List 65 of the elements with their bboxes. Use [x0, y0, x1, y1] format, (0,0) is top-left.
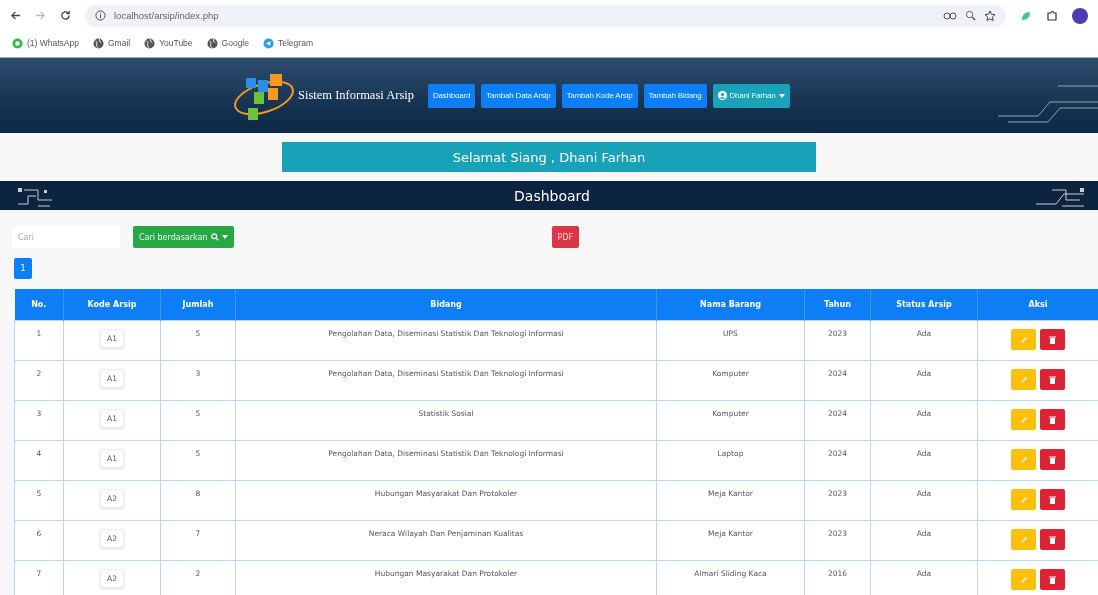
caret-icon: [778, 93, 785, 98]
nav-button[interactable]: Tambah Data Arsip: [481, 83, 556, 108]
nav-button[interactable]: Tambah Bidang: [643, 83, 707, 108]
nav-button[interactable]: Tambah Kode Arsip: [561, 83, 638, 108]
globe-icon: [206, 37, 218, 49]
delete-button[interactable]: [1040, 489, 1065, 510]
search-by-dropdown[interactable]: Cari berdasarkan: [133, 226, 234, 248]
column-header: Aksi: [977, 289, 1098, 321]
pencil-icon: [1019, 375, 1028, 384]
globe-icon: [92, 37, 104, 49]
column-header: Bidang: [235, 289, 657, 321]
delete-button[interactable]: [1040, 529, 1065, 550]
reload-icon[interactable]: [60, 10, 71, 21]
pencil-icon: [1019, 455, 1028, 464]
bookmark[interactable]: Telegram: [263, 37, 313, 49]
info-icon[interactable]: [95, 10, 106, 21]
column-header: Tahun: [804, 289, 871, 321]
zoom-icon[interactable]: [965, 10, 976, 21]
column-header: Jumlah: [160, 289, 236, 321]
column-header: No.: [14, 289, 64, 321]
pencil-icon: [1019, 535, 1028, 544]
pencil-icon: [1019, 495, 1028, 504]
profile-avatar[interactable]: [1072, 7, 1088, 24]
trash-icon: [1049, 455, 1056, 464]
greeting-banner: Selamat Siang , Dhani Farhan: [282, 142, 816, 172]
pdf-button[interactable]: PDF: [551, 226, 580, 248]
bookmark[interactable]: Google: [206, 37, 249, 49]
trash-icon: [1049, 335, 1056, 344]
user-icon: [717, 91, 727, 100]
pencil-icon: [1019, 575, 1028, 584]
user-menu-button[interactable]: Dhani Farhan: [712, 83, 790, 108]
page-button[interactable]: 1: [14, 258, 32, 279]
delete-button[interactable]: [1040, 329, 1065, 350]
nav-button[interactable]: Dashboard: [427, 83, 476, 108]
address-bar[interactable]: localhost/arsip/index.php: [85, 4, 1006, 27]
whatsapp-icon: [12, 37, 23, 49]
trash-icon: [1049, 375, 1056, 384]
delete-button[interactable]: [1040, 449, 1065, 470]
pencil-icon: [1019, 415, 1028, 424]
trash-icon: [1049, 575, 1056, 584]
column-header: Kode Arsip: [63, 289, 161, 321]
column-header: Status Arsip: [870, 289, 978, 321]
search-icon: [210, 233, 219, 241]
delete-button[interactable]: [1040, 569, 1065, 590]
delete-button[interactable]: [1040, 409, 1065, 430]
trash-icon: [1049, 415, 1056, 424]
password-key-icon[interactable]: [943, 10, 957, 21]
trash-icon: [1049, 495, 1056, 504]
bookmark[interactable]: YouTube: [144, 37, 193, 49]
page-title: Dashboard: [514, 187, 590, 204]
pencil-icon: [1019, 335, 1028, 344]
column-header: Nama Barang: [656, 289, 805, 321]
delete-button[interactable]: [1040, 369, 1065, 390]
puzzle-icon[interactable]: [1046, 9, 1058, 22]
caret-icon: [221, 235, 228, 239]
bookmark[interactable]: Gmail: [92, 37, 131, 49]
url-text: localhost/arsip/index.php: [114, 10, 219, 21]
star-icon[interactable]: [984, 9, 996, 22]
app-title: Sistem Informasi Arsip: [298, 88, 414, 103]
bookmark[interactable]: (1) WhatsApp: [12, 37, 79, 49]
globe-icon: [144, 37, 156, 49]
trash-icon: [1049, 535, 1056, 544]
search-field[interactable]: Cari: [12, 226, 120, 248]
telegram-icon: [263, 37, 274, 49]
back-icon[interactable]: [10, 10, 21, 21]
